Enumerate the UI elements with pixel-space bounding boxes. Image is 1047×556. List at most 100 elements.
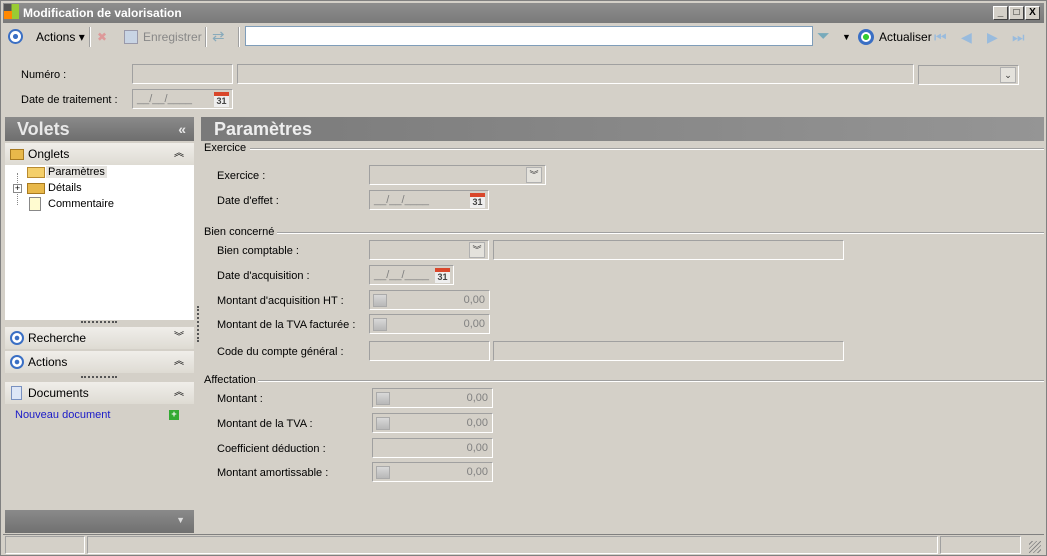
group-affectation: Affectation xyxy=(204,374,256,386)
actions-menu[interactable]: Actions ▾ xyxy=(36,25,85,49)
date-acquisition-label: Date d'acquisition : xyxy=(217,270,310,282)
tva-facturee-label: Montant de la TVA facturée : xyxy=(217,319,356,331)
value: 0,00 xyxy=(466,466,488,478)
separator xyxy=(205,27,207,47)
bien-comptable-combo[interactable]: ︾ xyxy=(369,240,489,260)
value: 0,00 xyxy=(463,318,485,330)
calculator-button[interactable] xyxy=(376,392,390,405)
refresh-icon[interactable] xyxy=(858,29,874,45)
title-bar: Modification de valorisation xyxy=(3,3,1044,23)
chevron-down-icon[interactable]: ▼ xyxy=(176,515,185,525)
search-input[interactable] xyxy=(245,26,813,46)
splitter-handle[interactable] xyxy=(81,321,117,323)
double-chevron-down-icon[interactable]: ︾ xyxy=(469,242,485,258)
value: 0,00 xyxy=(466,442,488,454)
calendar-icon[interactable]: 31 xyxy=(435,268,450,283)
divider xyxy=(3,534,1044,535)
actions-label: Actions xyxy=(36,30,76,44)
minimize-button[interactable]: _ xyxy=(993,6,1008,20)
date-acquisition-field[interactable]: __/__/____ 31 xyxy=(369,265,454,285)
window-title: Modification de valorisation xyxy=(23,6,182,20)
collapse-sidebar-button[interactable]: « xyxy=(178,117,186,141)
app-icon xyxy=(4,4,19,19)
last-record-icon[interactable]: ⏭ xyxy=(1012,25,1025,49)
code-compte-field[interactable] xyxy=(369,341,490,361)
panel-recherche-label: Recherche xyxy=(28,331,87,345)
separator xyxy=(238,27,240,47)
chevron-down-icon[interactable]: ⌄ xyxy=(1000,67,1016,83)
montant-acquisition-field[interactable]: 0,00 xyxy=(369,290,490,310)
resize-grip[interactable] xyxy=(1029,541,1041,553)
value: 0,00 xyxy=(463,294,485,306)
actions-circle-icon[interactable] xyxy=(8,29,23,44)
chevron-up-icon[interactable]: ︽ xyxy=(174,382,184,404)
sidebar-footer: ▼ xyxy=(5,510,194,533)
numero-combo[interactable]: ⌄ xyxy=(918,65,1019,85)
calendar-icon[interactable]: 31 xyxy=(470,193,485,208)
previous-record-icon[interactable]: ◀ xyxy=(961,25,972,49)
sidebar-header: Volets « xyxy=(5,117,194,141)
divider xyxy=(258,380,1044,382)
value: 0,00 xyxy=(466,392,488,404)
calendar-icon[interactable]: 31 xyxy=(214,92,229,107)
value: 0,00 xyxy=(466,417,488,429)
chevron-down-icon[interactable]: ︾ xyxy=(174,327,184,349)
coefficient-field[interactable]: 0,00 xyxy=(372,438,493,458)
numero-label: Numéro : xyxy=(21,69,67,81)
first-record-icon[interactable]: ⏮ xyxy=(934,25,947,49)
panel-documents[interactable]: Documents ︽ xyxy=(5,382,194,404)
splitter-handle[interactable] xyxy=(81,376,117,378)
tva-label: Montant de la TVA : xyxy=(217,418,313,430)
close-button[interactable]: X xyxy=(1025,6,1040,20)
document-icon xyxy=(11,386,22,400)
calculator-button[interactable] xyxy=(376,466,390,479)
expand-icon[interactable]: + xyxy=(13,184,22,193)
montant-field[interactable]: 0,00 xyxy=(372,388,493,408)
status-segment xyxy=(940,536,1021,554)
filter-icon[interactable]: ⏷ xyxy=(817,25,830,49)
chevron-up-icon[interactable]: ︽ xyxy=(174,351,184,373)
bien-comptable-description[interactable] xyxy=(493,240,844,260)
panel-actions-label: Actions xyxy=(28,355,68,369)
panel-recherche[interactable]: Recherche ︾ xyxy=(5,327,194,349)
coefficient-label: Coefficient déduction : xyxy=(217,443,326,455)
amortissable-field[interactable]: 0,00 xyxy=(372,462,493,482)
chevron-up-icon[interactable]: ︽ xyxy=(174,143,184,165)
calculator-button[interactable] xyxy=(373,294,387,307)
open-folder-icon xyxy=(27,167,45,178)
numero-description-field[interactable] xyxy=(237,64,914,84)
numero-field[interactable] xyxy=(132,64,233,84)
double-chevron-down-icon[interactable]: ︾ xyxy=(526,167,542,183)
circle-icon xyxy=(10,355,24,369)
maximize-button[interactable]: □ xyxy=(1009,6,1024,20)
date-traitement-field[interactable]: __/__/____ 31 xyxy=(132,89,233,109)
divider xyxy=(250,148,1044,150)
panel-onglets[interactable]: Onglets ︽ xyxy=(5,143,194,165)
tva-field[interactable]: 0,00 xyxy=(372,413,493,433)
code-compte-description[interactable] xyxy=(493,341,844,361)
delete-icon[interactable]: ✖ xyxy=(97,25,107,49)
montant-acquisition-label: Montant d'acquisition HT : xyxy=(217,295,344,307)
page-title: Paramètres xyxy=(201,117,1044,141)
tree-item-details[interactable]: Détails xyxy=(48,182,82,194)
sync-icon[interactable]: ⇄ xyxy=(212,25,225,49)
new-document-link[interactable]: Nouveau document xyxy=(15,409,110,421)
refresh-button[interactable]: Actualiser xyxy=(879,25,932,49)
vertical-splitter[interactable] xyxy=(197,306,199,342)
exercice-combo[interactable]: ︾ xyxy=(369,165,546,185)
status-segment xyxy=(5,536,85,554)
next-record-icon[interactable]: ▶ xyxy=(987,25,998,49)
document-icon xyxy=(29,197,41,211)
montant-label: Montant : xyxy=(217,393,263,405)
filter-dropdown-icon[interactable]: ▼ xyxy=(842,25,851,49)
tva-facturee-field[interactable]: 0,00 xyxy=(369,314,490,334)
panel-actions[interactable]: Actions ︽ xyxy=(5,351,194,373)
tree-item-parametres[interactable]: Paramètres xyxy=(46,166,107,178)
add-icon[interactable]: + xyxy=(169,410,179,420)
tree-item-commentaire[interactable]: Commentaire xyxy=(48,198,114,210)
date-effet-field[interactable]: __/__/____ 31 xyxy=(369,190,489,210)
sidebar-title: Volets xyxy=(17,119,70,139)
calculator-button[interactable] xyxy=(373,318,387,331)
calculator-button[interactable] xyxy=(376,417,390,430)
save-button[interactable]: Enregistrer xyxy=(143,25,202,49)
